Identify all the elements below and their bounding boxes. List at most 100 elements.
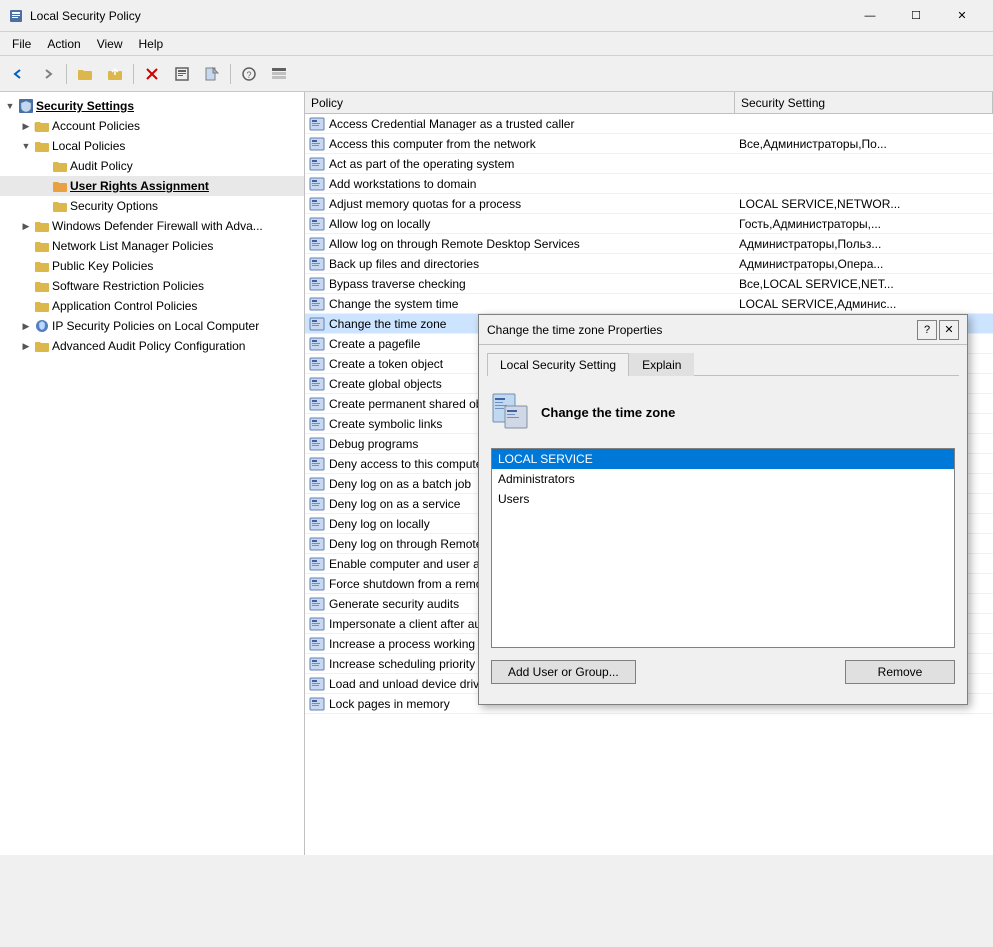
menu-bar: File Action View Help [0,32,993,56]
list-row[interactable]: Access this computer from the network Все… [305,134,993,154]
setting-cell: Все,Администраторы,По... [735,134,993,153]
list-row[interactable]: Bypass traverse checkingВсе,LOCAL SERVIC… [305,274,993,294]
menu-action[interactable]: Action [39,35,88,53]
expander-advanced-audit[interactable]: ▶ [18,338,34,354]
tree-item-advanced-audit[interactable]: ▶ Advanced Audit Policy Configuration [0,336,304,356]
tree-item-local-policies[interactable]: ▼ Local Policies [0,136,304,156]
dialog-list-item[interactable]: LOCAL SERVICE [492,449,954,469]
forward-button[interactable] [34,60,62,88]
back-icon [10,66,26,82]
setting-cell: Администраторы,Польз... [735,234,993,253]
properties-button[interactable] [168,60,196,88]
view-button[interactable] [265,60,293,88]
policy-name: Deny log on as a batch job [329,477,471,491]
list-row[interactable]: Add workstations to domain [305,174,993,194]
close-button[interactable]: ✕ [939,0,985,32]
policy-cell: Allow log on locally [305,214,735,233]
minimize-button[interactable]: — [847,0,893,32]
policy-icon [309,636,325,652]
policy-name: Generate security audits [329,597,459,611]
tree-item-account-policies[interactable]: ▶ Account Policies [0,116,304,136]
properties-icon [174,66,190,82]
app-icon [8,8,24,24]
tree-item-ip-security[interactable]: ▶ IP Security Policies on Local Computer [0,316,304,336]
policy-name: Deny log on locally [329,517,430,531]
policy-name: Create a token object [329,357,443,371]
app-control-icon [34,298,50,314]
dialog-close-button[interactable]: ✕ [939,320,959,340]
expander-windows-firewall[interactable]: ▶ [18,218,34,234]
audit-policy-icon [52,158,68,174]
menu-view[interactable]: View [89,35,131,53]
folder-button[interactable] [71,60,99,88]
tree-item-security-options[interactable]: ▶ Security Options [0,196,304,216]
dialog-users-list[interactable]: LOCAL SERVICEAdministratorsUsers [491,448,955,648]
policy-name: Access Credential Manager as a trusted c… [329,117,574,131]
help-button[interactable]: ? [235,60,263,88]
policy-name: Access this computer from the network [329,137,536,151]
app-control-label: Application Control Policies [52,299,197,313]
list-row[interactable]: Change the system timeLOCAL SERVICE,Адми… [305,294,993,314]
list-header: Policy Security Setting [305,92,993,114]
list-row[interactable]: Allow log on locallyГость,Администраторы… [305,214,993,234]
maximize-button[interactable]: ☐ [893,0,939,32]
dialog-list-item[interactable]: Administrators [492,469,954,489]
software-restriction-label: Software Restriction Policies [52,279,204,293]
list-row[interactable]: Back up files and directoriesАдминистрат… [305,254,993,274]
policy-cell: Back up files and directories [305,254,735,273]
expander-local-policies[interactable]: ▼ [18,138,34,154]
tree-item-public-key[interactable]: ▶ Public Key Policies [0,256,304,276]
delete-button[interactable] [138,60,166,88]
export-button[interactable] [198,60,226,88]
expander-account-policies[interactable]: ▶ [18,118,34,134]
tree-item-audit-policy[interactable]: ▶ Audit Policy [0,156,304,176]
tree-item-security-settings[interactable]: ▼ Security Settings [0,96,304,116]
setting-cell: Администраторы,Опера... [735,254,993,273]
tree-item-network-list[interactable]: ▶ Network List Manager Policies [0,236,304,256]
expander-security-settings[interactable]: ▼ [2,98,18,114]
folder-up-button[interactable] [101,60,129,88]
tree-item-user-rights[interactable]: ▶ User Rights Assignment [0,176,304,196]
dialog-body: Change the time zone LOCAL SERVICEAdmini… [487,384,959,696]
tree-item-windows-firewall[interactable]: ▶ Windows Defender Firewall with Adva... [0,216,304,236]
back-button[interactable] [4,60,32,88]
user-rights-icon [52,178,68,194]
policy-cell: Add workstations to domain [305,174,735,193]
policy-icon [309,476,325,492]
header-setting[interactable]: Security Setting [735,92,993,113]
policy-name: Increase scheduling priority [329,657,475,671]
expander-ip-security[interactable]: ▶ [18,318,34,334]
add-user-button[interactable]: Add User or Group... [491,660,636,684]
policy-cell: Adjust memory quotas for a process [305,194,735,213]
menu-file[interactable]: File [4,35,39,53]
setting-cell: Все,LOCAL SERVICE,NET... [735,274,993,293]
dialog-help-button[interactable]: ? [917,320,937,340]
list-row[interactable]: Allow log on through Remote Desktop Serv… [305,234,993,254]
folder-icon [77,66,93,82]
tree-item-software-restriction[interactable]: ▶ Software Restriction Policies [0,276,304,296]
list-row[interactable]: Adjust memory quotas for a processLOCAL … [305,194,993,214]
tree-item-app-control[interactable]: ▶ Application Control Policies [0,296,304,316]
properties-dialog[interactable]: Change the time zone Properties ? ✕ Loca… [478,314,968,705]
tab-explain[interactable]: Explain [629,353,694,376]
policy-name: Load and unload device drivers [329,677,496,691]
policy-icon [309,156,325,172]
main-area: ▼ Security Settings ▶ Account Policies ▼ [0,92,993,855]
folder-up-icon [107,66,123,82]
list-row[interactable]: Act as part of the operating system [305,154,993,174]
remove-button[interactable]: Remove [845,660,955,684]
dialog-list-item[interactable]: Users [492,489,954,509]
dialog-policy-name: Change the time zone [541,405,675,420]
policy-icon [309,296,325,312]
title-bar: Local Security Policy — ☐ ✕ [0,0,993,32]
list-row[interactable]: Access Credential Manager as a trusted c… [305,114,993,134]
policy-name: Deny log on as a service [329,497,460,511]
policy-name: Lock pages in memory [329,697,450,711]
policy-icon [309,196,325,212]
tab-local-security-setting[interactable]: Local Security Setting [487,353,629,376]
policy-name: Change the time zone [329,317,446,331]
header-policy[interactable]: Policy [305,92,735,113]
policy-name: Create a pagefile [329,337,420,351]
menu-help[interactable]: Help [131,35,172,53]
policy-icon [309,456,325,472]
